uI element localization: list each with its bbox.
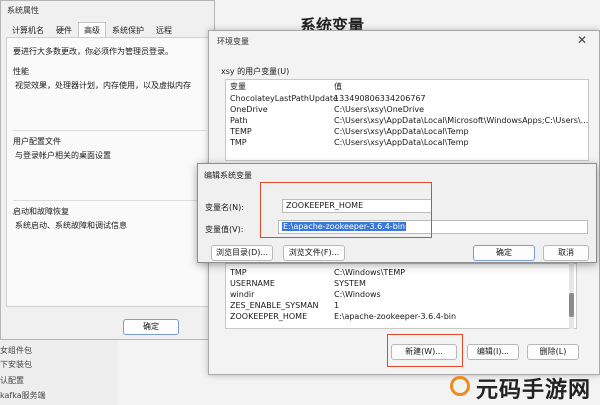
cell-value: C:\Windows\TEMP: [334, 268, 406, 277]
watermark-text: 元码手游网: [476, 378, 592, 403]
startup-recovery-description: 系统启动、系统故障和调试信息: [15, 221, 127, 230]
cell-value: C:\Users\xsy\OneDrive: [334, 105, 425, 114]
sidebar-item[interactable]: kafka服务端: [0, 390, 46, 401]
close-icon[interactable]: ✕: [577, 33, 587, 47]
cell-variable: USERNAME: [230, 279, 275, 288]
system-variables-table[interactable]: TMP C:\Windows\TEMP USERNAME SYSTEM wind…: [225, 263, 577, 329]
edit-ok-button[interactable]: 确定: [473, 245, 535, 261]
cell-value: C:\Users\xsy\AppData\Local\Temp: [334, 127, 469, 136]
variable-name-label: 变量名(N):: [205, 203, 244, 212]
browse-file-button[interactable]: 浏览文件(F)...: [283, 245, 345, 261]
variable-value-label: 变量值(V):: [205, 225, 244, 234]
user-profile-description: 与登录帐户相关的桌面设置: [15, 151, 111, 160]
divider: [13, 200, 207, 201]
background-sidebar: 女组件包 下安装包 认配置 kafka服务端: [0, 335, 118, 405]
cell-value: C:\Windows: [334, 290, 381, 299]
edit-dialog-title: 编辑系统变量: [204, 171, 252, 180]
watermark-logo-icon: [450, 376, 470, 396]
browse-directory-button[interactable]: 浏览目录(D)...: [211, 245, 273, 261]
cell-variable: TMP: [230, 138, 247, 147]
user-variables-table[interactable]: 变量 值 ChocolateyLastPathUpdate 1334908063…: [225, 79, 589, 161]
cell-variable: TEMP: [230, 127, 252, 136]
cell-variable: ZES_ENABLE_SYSMAN: [230, 301, 319, 310]
highlight-new-button: [387, 334, 463, 367]
cell-value: 1: [334, 301, 340, 310]
system-properties-title: 系统属性: [7, 6, 39, 15]
sidebar-item[interactable]: 下安装包: [0, 359, 32, 370]
advanced-tab-panel: 要进行大多数更改，你必须作为管理员登录。 性能 视觉效果，处理器计划，内存使用，…: [6, 37, 211, 307]
system-table-scrollbar[interactable]: [569, 263, 574, 329]
cell-variable: ZOOKEEPER_HOME: [230, 312, 308, 321]
sysprop-ok-button[interactable]: 确定: [123, 319, 179, 335]
cell-variable: ChocolateyLastPathUpdate: [230, 94, 338, 103]
user-variables-label: xsy 的用户变量(U): [221, 67, 290, 76]
cell-variable: windir: [230, 290, 255, 299]
cell-value: C:\Users\xsy\AppData\Local\Temp: [334, 138, 469, 147]
system-properties-dialog: 系统属性 计算机名 硬件 高级 系统保护 远程 要进行大多数更改，你必须作为管理…: [0, 0, 215, 340]
tab-computer-name[interactable]: 计算机名: [6, 22, 50, 37]
cell-value: SYSTEM: [334, 279, 366, 288]
sidebar-item[interactable]: 女组件包: [0, 345, 32, 356]
delete-variable-button[interactable]: 删除(L): [527, 344, 579, 360]
cell-value: E:\apache-zookeeper-3.6.4-bin: [334, 312, 457, 321]
cell-variable: OneDrive: [230, 105, 268, 114]
cell-value: C:\Users\xsy\AppData\Local\Microsoft\Win…: [334, 116, 589, 125]
tab-advanced[interactable]: 高级: [78, 22, 106, 37]
user-profile-label: 用户配置文件: [13, 137, 61, 146]
performance-description: 视觉效果，处理器计划，内存使用，以及虚拟内存: [15, 81, 191, 90]
divider: [13, 130, 207, 131]
sidebar-item[interactable]: 认配置: [0, 375, 24, 386]
cell-variable: TMP: [230, 268, 247, 277]
cell-value: 133490806334206767: [334, 94, 426, 103]
edit-system-variable-dialog: 编辑系统变量 变量名(N): ZOOKEEPER_HOME 变量值(V): E:…: [197, 163, 597, 263]
tab-hardware[interactable]: 硬件: [50, 22, 78, 37]
performance-label: 性能: [13, 67, 29, 76]
column-header-variable[interactable]: 变量: [230, 82, 246, 92]
environment-variables-title: 环境变量: [217, 37, 249, 46]
admin-note: 要进行大多数更改，你必须作为管理员登录。: [13, 47, 173, 56]
column-header-value[interactable]: 值: [334, 82, 342, 92]
tab-system-protection[interactable]: 系统保护: [106, 22, 150, 37]
edit-cancel-button[interactable]: 取消: [543, 245, 589, 261]
highlight-fields: [260, 182, 432, 238]
edit-variable-button[interactable]: 编辑(I)...: [467, 344, 519, 360]
scrollbar-thumb[interactable]: [569, 293, 574, 317]
startup-recovery-label: 启动和故障恢复: [13, 207, 69, 216]
tab-remote[interactable]: 远程: [150, 22, 178, 37]
system-properties-tabs: 计算机名 硬件 高级 系统保护 远程: [6, 22, 178, 37]
cell-variable: Path: [230, 116, 248, 125]
